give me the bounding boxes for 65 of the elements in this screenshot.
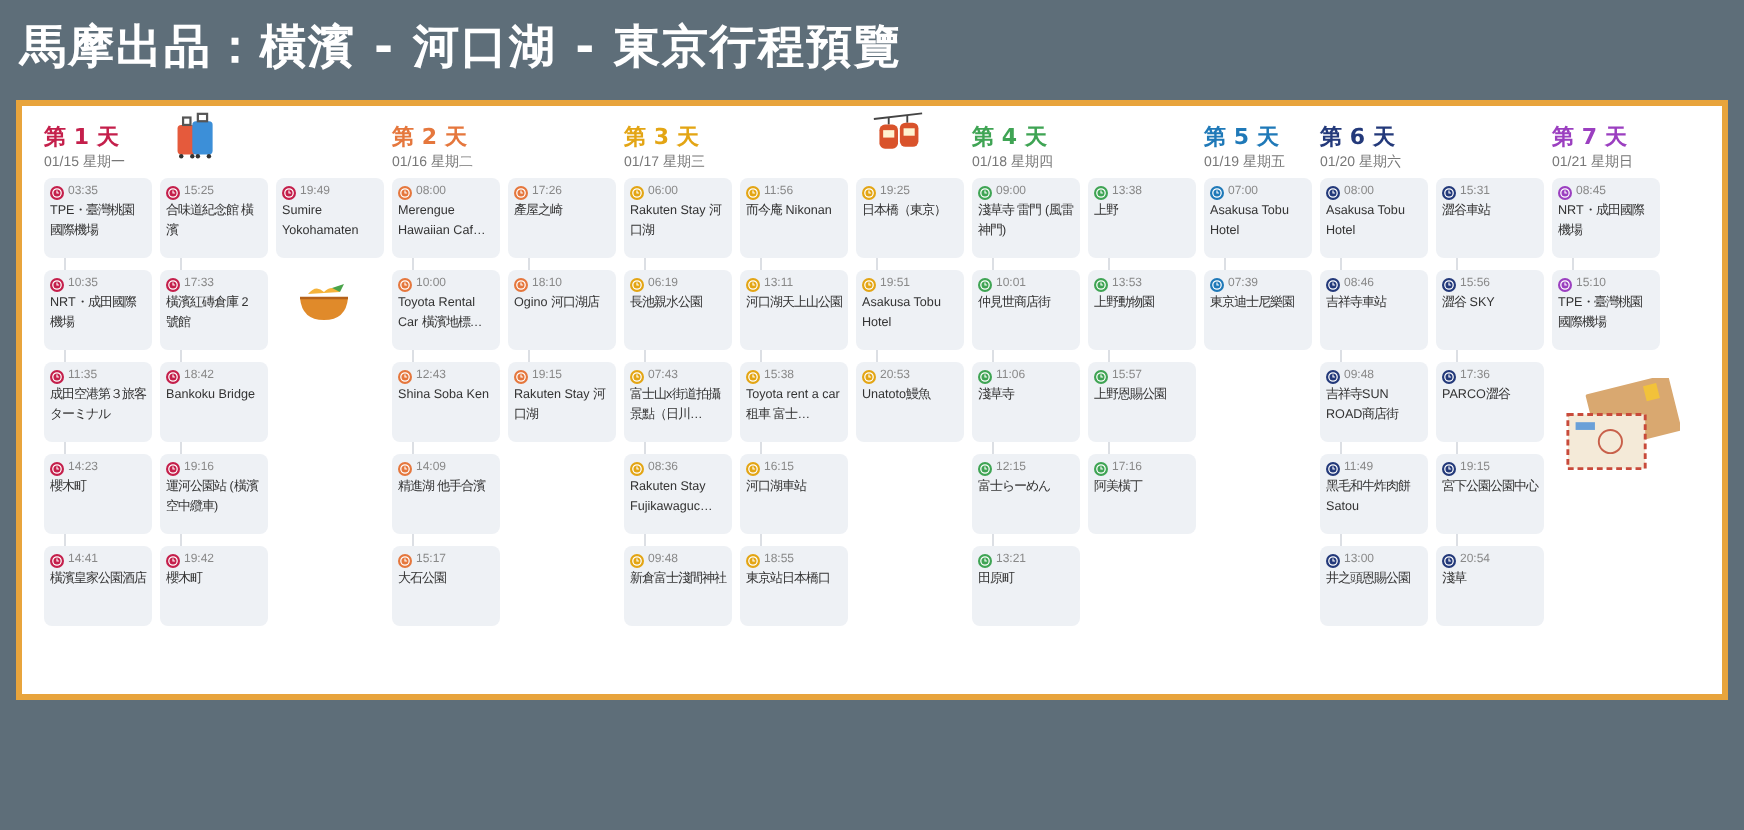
clock-icon [630, 553, 644, 567]
clock-icon [1094, 185, 1108, 199]
clock-icon [630, 185, 644, 199]
clock-icon [1210, 185, 1224, 199]
clock-icon [514, 369, 528, 383]
clock-icon [746, 185, 760, 199]
clock-icon [50, 277, 64, 291]
page-title: 馬摩出品：橫濱 - 河口湖 - 東京行程預覽 [20, 20, 905, 76]
clock-icon [166, 277, 180, 291]
day-label: 第 1 天 [44, 124, 119, 152]
clock-icon [1442, 461, 1456, 475]
clock-icon [1442, 277, 1456, 291]
clock-icon [1094, 461, 1108, 475]
clock-icon [1326, 277, 1340, 291]
clock-icon [630, 461, 644, 475]
clock-icon [1442, 185, 1456, 199]
clock-icon [1094, 369, 1108, 383]
clock-icon [398, 553, 412, 567]
day-label: 第 5 天 [1204, 124, 1279, 152]
day-label: 第 4 天 [972, 124, 1047, 152]
cable-car-icon [872, 110, 924, 154]
clock-icon [978, 461, 992, 475]
clock-icon [1326, 461, 1340, 475]
clock-icon [1326, 185, 1340, 199]
clock-icon [282, 185, 296, 199]
clock-icon [630, 369, 644, 383]
clock-icon [630, 277, 644, 291]
clock-icon [862, 369, 876, 383]
day-label: 第 3 天 [624, 124, 699, 152]
clock-icon [1210, 277, 1224, 291]
clock-icon [398, 185, 412, 199]
clock-icon [1326, 553, 1340, 567]
clock-icon [862, 185, 876, 199]
clock-icon [978, 185, 992, 199]
day-label: 第 6 天 [1320, 124, 1395, 152]
clock-icon [514, 277, 528, 291]
clock-icon [978, 277, 992, 291]
clock-icon [50, 553, 64, 567]
clock-icon [166, 369, 180, 383]
clock-icon [166, 553, 180, 567]
clock-icon [746, 553, 760, 567]
clock-icon [1442, 369, 1456, 383]
clock-icon [50, 369, 64, 383]
clock-icon [50, 461, 64, 475]
clock-icon [398, 277, 412, 291]
clock-icon [1094, 277, 1108, 291]
clock-icon [398, 461, 412, 475]
clock-icon [862, 277, 876, 291]
food-bowl-icon [296, 282, 352, 322]
day-label: 第 7 天 [1552, 124, 1627, 152]
clock-icon [746, 369, 760, 383]
clock-icon [978, 369, 992, 383]
clock-icon [1442, 553, 1456, 567]
clock-icon [50, 185, 64, 199]
clock-icon [746, 277, 760, 291]
day-label: 第 2 天 [392, 124, 467, 152]
clock-icon [166, 461, 180, 475]
clock-icon [1558, 185, 1572, 199]
clock-icon [1558, 277, 1572, 291]
clock-icon [978, 553, 992, 567]
clock-icon [398, 369, 412, 383]
clock-icon [746, 461, 760, 475]
clock-icon [166, 185, 180, 199]
clock-icon [514, 185, 528, 199]
clock-icon [1326, 369, 1340, 383]
